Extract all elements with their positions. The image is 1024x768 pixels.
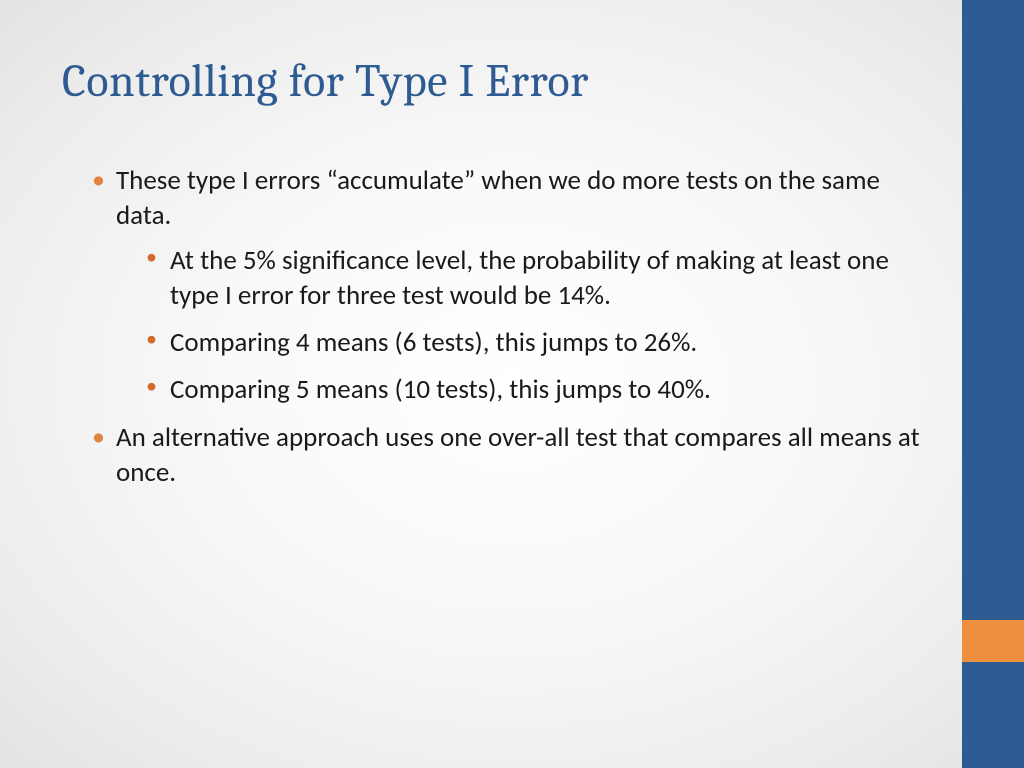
sub-bullet-1: At the 5% significance level, the probab… [146, 243, 934, 313]
sub-bullet-list: At the 5% significance level, the probab… [116, 243, 934, 407]
sub-bullet-3: Comparing 5 means (10 tests), this jumps… [146, 372, 934, 407]
bullet-text: These type I errors “accumulate” when we… [116, 164, 880, 232]
sub-bullet-2: Comparing 4 means (6 tests), this jumps … [146, 325, 934, 360]
bullet-item-2: An alternative approach uses one over-al… [92, 420, 934, 490]
bullet-item-1: These type I errors “accumulate” when we… [92, 163, 934, 408]
decorative-orange-block [962, 620, 1024, 662]
bullet-list: These type I errors “accumulate” when we… [62, 163, 934, 490]
slide-content: Controlling for Type I Error These type … [62, 55, 934, 502]
slide-title: Controlling for Type I Error [62, 55, 934, 108]
